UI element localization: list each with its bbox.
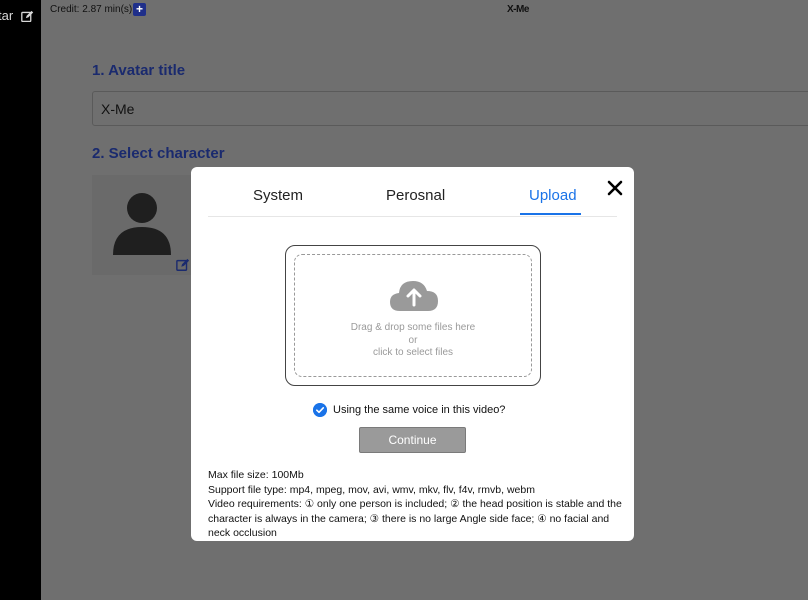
dropzone-text-or: or: [408, 335, 418, 346]
cloud-upload-icon: [390, 281, 438, 311]
max-file-size: Max file size: 100Mb: [208, 469, 304, 481]
modal-tabs: System Perosnal Upload: [208, 167, 617, 217]
dropzone-area[interactable]: Drag & drop some files here or click to …: [294, 254, 532, 377]
edit-icon[interactable]: [176, 258, 190, 272]
avatar-title-heading: 1. Avatar title: [92, 62, 186, 79]
same-voice-label: Using the same voice in this video?: [333, 404, 506, 416]
dropzone-text-click: click to select files: [372, 347, 454, 358]
upload-modal: System Perosnal Upload Drag & drop some …: [191, 167, 634, 541]
continue-button[interactable]: Continue: [359, 427, 466, 453]
sidebar: tar: [0, 0, 41, 600]
dropzone[interactable]: Drag & drop some files here or click to …: [285, 245, 541, 386]
tab-personal[interactable]: Perosnal: [386, 187, 445, 204]
avatar-title-input[interactable]: [92, 91, 808, 126]
tab-system[interactable]: System: [253, 187, 303, 204]
video-requirements: Video requirements: ① only one person is…: [208, 498, 622, 539]
top-bar: Credit: 2.87 min(s) + X-Me: [41, 0, 808, 22]
upload-requirements: Max file size: 100Mb Support file type: …: [208, 468, 628, 541]
sidebar-label[interactable]: tar: [0, 8, 13, 23]
tab-upload[interactable]: Upload: [529, 187, 577, 204]
active-tab-indicator: [520, 213, 581, 215]
brand-logo: X-Me: [507, 4, 529, 15]
dropzone-text-drag: Drag & drop some files here: [350, 322, 476, 333]
supported-file-types: Support file type: mp4, mpeg, mov, avi, …: [208, 483, 535, 496]
select-character-heading: 2. Select character: [92, 145, 225, 162]
credit-balance: Credit: 2.87 min(s): [50, 4, 133, 15]
add-credit-button[interactable]: +: [133, 3, 146, 16]
check-icon[interactable]: [313, 403, 327, 417]
edit-icon[interactable]: [21, 10, 34, 23]
